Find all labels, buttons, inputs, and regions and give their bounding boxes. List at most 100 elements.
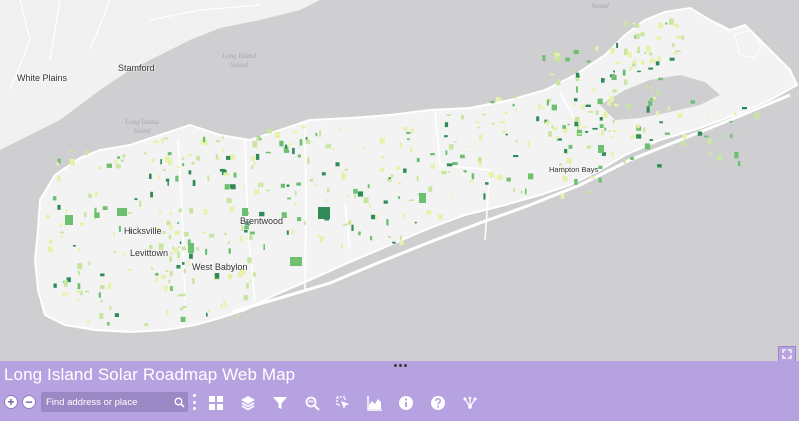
solar-parcel[interactable] [592, 127, 598, 130]
solar-parcel[interactable] [166, 220, 171, 225]
solar-parcel[interactable] [127, 269, 131, 271]
solar-parcel[interactable] [315, 132, 318, 137]
solar-parcel[interactable] [491, 122, 495, 125]
solar-parcel[interactable] [73, 245, 76, 247]
solar-parcel[interactable] [671, 43, 675, 48]
solar-parcel[interactable] [309, 178, 314, 182]
solar-parcel[interactable] [170, 252, 172, 255]
solar-parcel[interactable] [180, 293, 186, 297]
solar-parcel[interactable] [322, 236, 325, 238]
solar-parcel[interactable] [227, 274, 233, 279]
solar-parcel[interactable] [482, 113, 487, 116]
solar-parcel[interactable] [63, 280, 68, 287]
solar-parcel[interactable] [582, 125, 587, 128]
solar-parcel[interactable] [414, 221, 417, 224]
solar-parcel[interactable] [122, 154, 126, 158]
solar-parcel[interactable] [291, 229, 295, 235]
solar-parcel[interactable] [227, 241, 230, 244]
solar-parcel[interactable] [388, 177, 391, 179]
solar-parcel[interactable] [598, 165, 603, 169]
solar-parcel[interactable] [168, 279, 171, 284]
solar-parcel[interactable] [327, 188, 330, 193]
solar-parcel[interactable] [657, 56, 661, 62]
solar-parcel[interactable] [587, 190, 592, 194]
solar-parcel[interactable] [120, 159, 124, 162]
solar-parcel[interactable] [150, 191, 153, 198]
solar-parcel[interactable] [690, 100, 696, 104]
solar-parcel[interactable] [597, 98, 603, 105]
solar-parcel[interactable] [266, 129, 273, 134]
solar-parcel[interactable] [252, 141, 258, 148]
solar-parcel[interactable] [629, 66, 633, 71]
solar-parcel[interactable] [102, 206, 108, 210]
solar-parcel[interactable] [742, 107, 747, 110]
solar-parcel[interactable] [192, 179, 196, 186]
solar-parcel[interactable] [469, 180, 474, 183]
solar-parcel[interactable] [624, 79, 628, 85]
solar-parcel[interactable] [159, 210, 161, 215]
solar-parcel[interactable] [167, 152, 172, 156]
solar-parcel[interactable] [292, 131, 298, 134]
solar-parcel[interactable] [697, 131, 703, 136]
solar-parcel[interactable] [253, 162, 257, 165]
solar-parcel[interactable] [100, 273, 105, 277]
fullscreen-button[interactable] [778, 346, 796, 361]
solar-parcel[interactable] [643, 127, 646, 133]
solar-parcel[interactable] [576, 86, 578, 93]
solar-parcel[interactable] [616, 42, 619, 48]
solar-parcel[interactable] [56, 162, 59, 166]
solar-parcel[interactable] [47, 246, 53, 253]
solar-parcel[interactable] [52, 196, 57, 201]
solar-parcel[interactable] [222, 148, 225, 153]
solar-parcel[interactable] [62, 292, 68, 296]
solar-parcel[interactable] [249, 234, 253, 241]
solar-parcel[interactable] [340, 243, 343, 249]
solar-parcel[interactable] [305, 139, 311, 144]
solar-parcel[interactable] [317, 234, 320, 238]
solar-parcel[interactable] [656, 36, 661, 40]
solar-parcel[interactable] [266, 189, 271, 192]
solar-parcel[interactable] [664, 108, 667, 110]
solar-parcel[interactable] [730, 133, 733, 139]
solar-parcel[interactable] [179, 241, 182, 244]
solar-parcel[interactable] [88, 193, 92, 198]
solar-parcel[interactable] [187, 260, 189, 267]
about-button[interactable] [396, 393, 416, 413]
solar-parcel[interactable] [114, 159, 117, 164]
solar-parcel[interactable] [160, 275, 167, 279]
solar-parcel[interactable] [649, 139, 653, 141]
solar-parcel[interactable] [165, 178, 170, 182]
solar-parcel[interactable] [188, 243, 194, 253]
solar-parcel[interactable] [632, 59, 637, 64]
solar-parcel[interactable] [497, 174, 503, 180]
solar-parcel[interactable] [206, 312, 208, 317]
solar-parcel[interactable] [613, 129, 617, 133]
solar-parcel[interactable] [106, 163, 112, 168]
solar-parcel[interactable] [178, 208, 182, 213]
solar-parcel[interactable] [579, 122, 582, 127]
solar-parcel[interactable] [447, 171, 451, 173]
solar-parcel[interactable] [592, 87, 595, 92]
solar-parcel[interactable] [681, 35, 684, 40]
solar-parcel[interactable] [290, 257, 302, 266]
solar-parcel[interactable] [483, 193, 486, 200]
solar-parcel[interactable] [506, 177, 511, 182]
solar-parcel[interactable] [398, 196, 401, 199]
solar-parcel[interactable] [183, 232, 189, 237]
solar-parcel[interactable] [703, 135, 709, 138]
solar-parcel[interactable] [255, 153, 260, 160]
solar-parcel[interactable] [239, 236, 243, 242]
solar-parcel[interactable] [69, 159, 75, 166]
solar-parcel[interactable] [353, 188, 358, 194]
solar-parcel[interactable] [630, 135, 636, 139]
solar-parcel[interactable] [354, 194, 357, 198]
solar-parcel[interactable] [244, 225, 249, 230]
solar-parcel[interactable] [53, 283, 57, 288]
solar-parcel[interactable] [192, 277, 195, 284]
solar-parcel[interactable] [344, 168, 348, 171]
solar-parcel[interactable] [65, 215, 73, 225]
solar-parcel[interactable] [189, 253, 193, 259]
solar-parcel[interactable] [177, 221, 180, 224]
solar-parcel[interactable] [168, 234, 172, 240]
solar-parcel[interactable] [527, 173, 534, 180]
